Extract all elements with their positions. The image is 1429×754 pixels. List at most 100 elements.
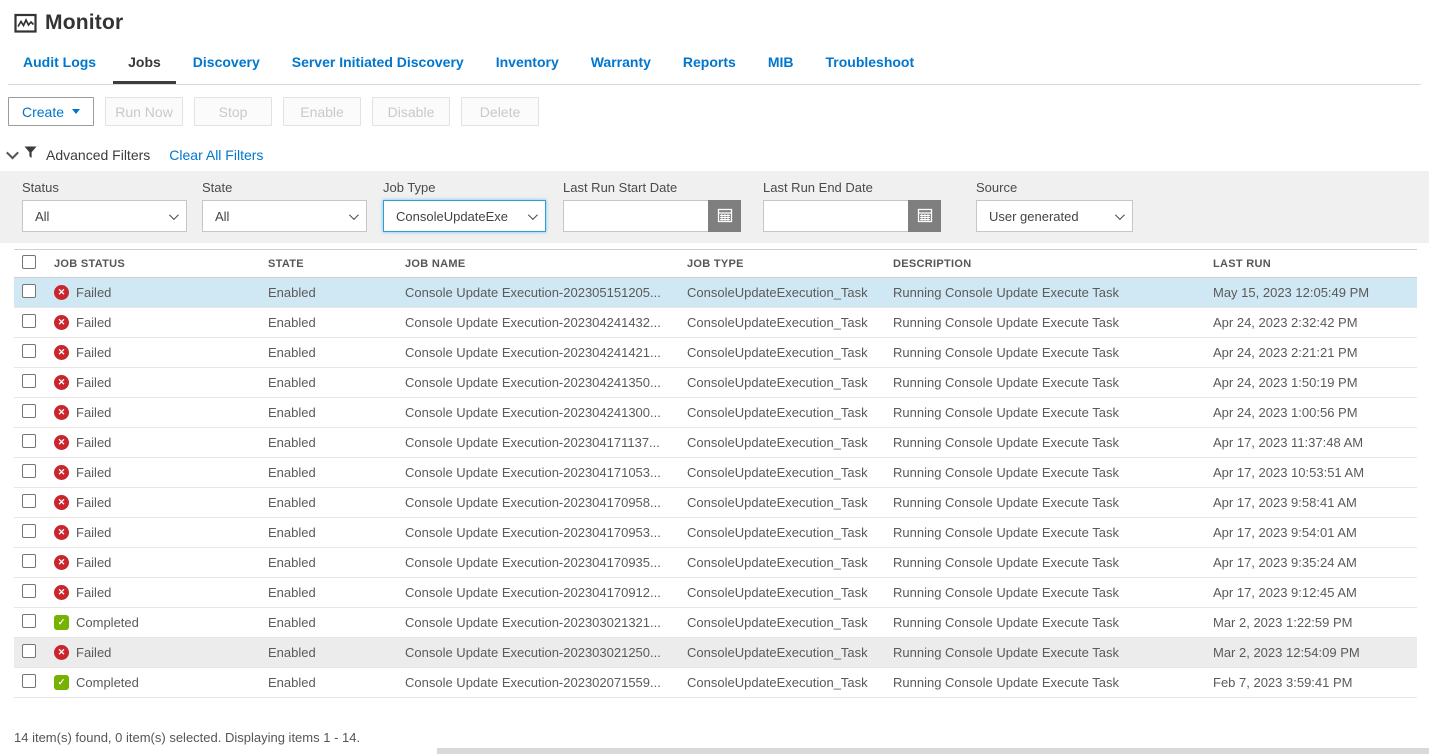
row-checkbox[interactable] — [22, 614, 36, 628]
tab-audit-logs[interactable]: Audit Logs — [8, 54, 111, 84]
row-checkbox[interactable] — [22, 674, 36, 688]
job-name-cell: Console Update Execution-202304241421... — [405, 345, 687, 360]
description-cell: Running Console Update Execute Task — [893, 435, 1213, 450]
page-title: Monitor — [45, 11, 123, 35]
state-cell: Enabled — [268, 405, 405, 420]
table-body: ✕FailedEnabledConsole Update Execution-2… — [14, 278, 1417, 698]
table-row[interactable]: ✕FailedEnabledConsole Update Execution-2… — [14, 368, 1417, 398]
job-status-cell: ✕Failed — [54, 555, 268, 570]
last-run-cell: Apr 24, 2023 1:50:19 PM — [1213, 375, 1403, 390]
job-status-label: Completed — [76, 615, 139, 630]
tab-bar: Audit LogsJobsDiscoveryServer Initiated … — [8, 49, 1421, 85]
row-checkbox[interactable] — [22, 434, 36, 448]
table-row[interactable]: ✕FailedEnabledConsole Update Execution-2… — [14, 578, 1417, 608]
tab-reports[interactable]: Reports — [668, 54, 751, 84]
table-row[interactable]: ✓CompletedEnabledConsole Update Executio… — [14, 608, 1417, 638]
failed-status-icon: ✕ — [54, 405, 69, 420]
row-checkbox[interactable] — [22, 584, 36, 598]
tab-troubleshoot[interactable]: Troubleshoot — [810, 54, 929, 84]
last-run-start-date-input[interactable] — [563, 200, 708, 232]
table-row[interactable]: ✕FailedEnabledConsole Update Execution-2… — [14, 458, 1417, 488]
create-button[interactable]: Create — [8, 97, 94, 126]
table-row[interactable]: ✕FailedEnabledConsole Update Execution-2… — [14, 488, 1417, 518]
clear-all-filters-link[interactable]: Clear All Filters — [169, 147, 263, 163]
job-name-cell: Console Update Execution-202305151205... — [405, 285, 687, 300]
job-type-cell: ConsoleUpdateExecution_Task — [687, 585, 893, 600]
stop-button[interactable]: Stop — [194, 97, 272, 126]
job-status-label: Failed — [76, 345, 111, 360]
tab-jobs[interactable]: Jobs — [113, 54, 176, 84]
column-header-last-run[interactable]: LAST RUN — [1213, 258, 1403, 270]
tab-server-initiated-discovery[interactable]: Server Initiated Discovery — [277, 54, 479, 84]
start-date-calendar-button[interactable] — [708, 200, 741, 232]
row-checkbox[interactable] — [22, 314, 36, 328]
column-header-job-name[interactable]: JOB NAME — [405, 258, 687, 270]
column-header-job-status[interactable]: JOB STATUS — [54, 258, 268, 270]
state-cell: Enabled — [268, 525, 405, 540]
row-checkbox[interactable] — [22, 404, 36, 418]
row-checkbox[interactable] — [22, 464, 36, 478]
tab-inventory[interactable]: Inventory — [481, 54, 574, 84]
description-cell: Running Console Update Execute Task — [893, 285, 1213, 300]
delete-button[interactable]: Delete — [461, 97, 539, 126]
enable-button[interactable]: Enable — [283, 97, 361, 126]
advanced-filters-toggle[interactable]: Advanced Filters Clear All Filters — [8, 146, 1429, 163]
select-all-checkbox[interactable] — [22, 255, 36, 269]
end-date-calendar-button[interactable] — [908, 200, 941, 232]
job-status-label: Failed — [76, 465, 111, 480]
calendar-icon — [717, 207, 733, 226]
chevron-down-icon — [349, 210, 359, 220]
row-checkbox-cell — [14, 374, 54, 391]
table-row[interactable]: ✕FailedEnabledConsole Update Execution-2… — [14, 428, 1417, 458]
row-checkbox-cell — [14, 614, 54, 631]
row-checkbox[interactable] — [22, 374, 36, 388]
row-checkbox[interactable] — [22, 524, 36, 538]
column-header-state[interactable]: STATE — [268, 258, 405, 270]
row-checkbox[interactable] — [22, 284, 36, 298]
job-type-cell: ConsoleUpdateExecution_Task — [687, 345, 893, 360]
state-cell: Enabled — [268, 555, 405, 570]
state-filter-select[interactable]: All — [202, 200, 367, 232]
tab-discovery[interactable]: Discovery — [178, 54, 275, 84]
horizontal-scrollbar[interactable] — [437, 748, 1429, 754]
filter-funnel-icon[interactable] — [24, 146, 37, 164]
source-filter-select[interactable]: User generated — [976, 200, 1133, 232]
table-row[interactable]: ✕FailedEnabledConsole Update Execution-2… — [14, 308, 1417, 338]
failed-status-icon: ✕ — [54, 525, 69, 540]
failed-status-icon: ✕ — [54, 585, 69, 600]
row-checkbox[interactable] — [22, 494, 36, 508]
job-name-cell: Console Update Execution-202304241300... — [405, 405, 687, 420]
job-type-filter-select[interactable]: ConsoleUpdateExe — [383, 200, 546, 232]
tab-mib[interactable]: MIB — [753, 54, 809, 84]
column-header-job-type[interactable]: JOB TYPE — [687, 258, 893, 270]
table-row[interactable]: ✕FailedEnabledConsole Update Execution-2… — [14, 278, 1417, 308]
column-header-description[interactable]: DESCRIPTION — [893, 258, 1213, 270]
source-filter-label: Source — [976, 180, 1133, 195]
table-row[interactable]: ✓CompletedEnabledConsole Update Executio… — [14, 668, 1417, 698]
table-row[interactable]: ✕FailedEnabledConsole Update Execution-2… — [14, 398, 1417, 428]
status-filter-select[interactable]: All — [22, 200, 187, 232]
state-cell: Enabled — [268, 315, 405, 330]
chevron-down-icon[interactable] — [6, 147, 19, 160]
job-type-cell: ConsoleUpdateExecution_Task — [687, 525, 893, 540]
table-row[interactable]: ✕FailedEnabledConsole Update Execution-2… — [14, 548, 1417, 578]
calendar-icon — [917, 207, 933, 226]
last-run-cell: Apr 17, 2023 11:37:48 AM — [1213, 435, 1403, 450]
run-now-button[interactable]: Run Now — [105, 97, 183, 126]
failed-status-icon: ✕ — [54, 465, 69, 480]
job-type-filter-value: ConsoleUpdateExe — [396, 209, 508, 224]
table-row[interactable]: ✕FailedEnabledConsole Update Execution-2… — [14, 638, 1417, 668]
row-checkbox[interactable] — [22, 644, 36, 658]
table-row[interactable]: ✕FailedEnabledConsole Update Execution-2… — [14, 518, 1417, 548]
row-checkbox[interactable] — [22, 554, 36, 568]
job-name-cell: Console Update Execution-202304171137... — [405, 435, 687, 450]
table-row[interactable]: ✕FailedEnabledConsole Update Execution-2… — [14, 338, 1417, 368]
job-name-cell: Console Update Execution-202304170958... — [405, 495, 687, 510]
chevron-down-icon — [169, 210, 179, 220]
job-status-cell: ✓Completed — [54, 615, 268, 630]
source-filter-value: User generated — [989, 209, 1079, 224]
row-checkbox[interactable] — [22, 344, 36, 358]
tab-warranty[interactable]: Warranty — [576, 54, 666, 84]
last-run-end-date-input[interactable] — [763, 200, 908, 232]
disable-button[interactable]: Disable — [372, 97, 450, 126]
